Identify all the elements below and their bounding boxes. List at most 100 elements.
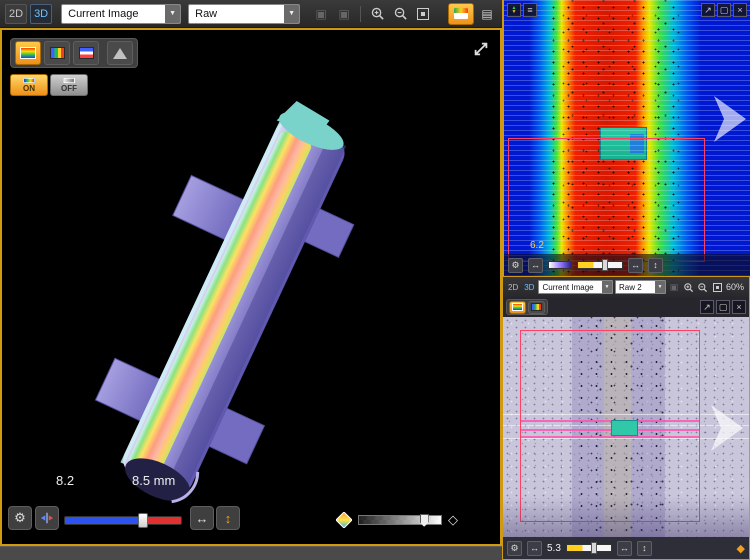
gradient-diamond-icon[interactable]	[336, 512, 352, 528]
pan-horizontal-button[interactable]: ↔	[190, 506, 214, 530]
3d-scanned-object[interactable]	[2, 30, 500, 544]
zoom-out-icon[interactable]	[390, 4, 410, 24]
heatmap-topleft-icons: ▲▼ ≡	[507, 3, 537, 17]
zoom-in-icon[interactable]	[367, 4, 387, 24]
outline-diamond-icon[interactable]: ◇	[448, 512, 458, 528]
popout-icon[interactable]: ↗	[700, 300, 714, 314]
pan-vertical-button[interactable]: ↕	[216, 506, 240, 530]
color-map-button[interactable]	[15, 41, 41, 65]
right-column: ▲▼ ≡ ↗ ▢ × 6.2 ⚙ ↔ ↔ ↕ 2D 3	[502, 0, 750, 560]
opacity-slider[interactable]	[358, 515, 442, 525]
zoom-out-icon[interactable]	[697, 281, 710, 294]
chevron-down-icon[interactable]: ▼	[165, 5, 180, 23]
height-range-slider-handle[interactable]	[138, 513, 148, 528]
sort-order-icon[interactable]: ▲▼	[507, 3, 521, 17]
selection-rectangle[interactable]	[520, 330, 700, 521]
fit-width-button[interactable]: ↔	[527, 541, 542, 556]
image-source-dropdown[interactable]: Current Image ▼	[61, 4, 181, 24]
mode-3d-button[interactable]: 3D	[30, 4, 52, 24]
colormap-mini-icon	[23, 78, 35, 83]
home-view-icon	[454, 8, 468, 19]
fit-width-button[interactable]: ↔	[528, 258, 543, 273]
histogram-button[interactable]	[528, 301, 545, 314]
window-restore-icon[interactable]: ▢	[717, 3, 731, 17]
threshold-slider-handle[interactable]	[602, 259, 608, 271]
colormap-off-button[interactable]: OFF	[50, 74, 88, 96]
paste-image-icon[interactable]: ▣	[334, 4, 354, 24]
filter-mode-dropdown[interactable]: Raw 2 ▼	[615, 280, 666, 294]
zoom-in-icon[interactable]	[682, 281, 695, 294]
main-toolbar: 2D 3D Current Image ▼ Raw ▼ ▣ ▣	[0, 0, 502, 28]
gradient-diamond-icon[interactable]: ◆	[737, 542, 745, 555]
left-column: 2D 3D Current Image ▼ Raw ▼ ▣ ▣	[0, 0, 502, 560]
mode-2d-button[interactable]: 2D	[5, 4, 27, 24]
pan-vertical-button[interactable]: ↕	[637, 541, 652, 556]
filter-mode-dropdown[interactable]: Raw ▼	[188, 4, 300, 24]
colormap-on-button[interactable]: ON	[10, 74, 48, 96]
zoom-fit-icon[interactable]	[413, 4, 433, 24]
range-low-value: 8.2	[56, 473, 74, 488]
gear-icon: ⚙	[14, 510, 26, 526]
threshold-slider[interactable]	[566, 544, 612, 552]
toolbar-divider	[360, 6, 361, 22]
texture-panel[interactable]: 2D 3D Current Image ▼ Raw 2 ▼ ▣ 6	[502, 276, 750, 560]
close-icon[interactable]: ×	[732, 300, 746, 314]
range-high-value: 8.5 mm	[132, 473, 175, 488]
fullscreen-expand-icon[interactable]	[470, 38, 492, 60]
heatmap-bottom-bar: ⚙ ↔ ↔ ↕	[504, 254, 750, 276]
histogram-button[interactable]	[44, 41, 70, 65]
report-clipboard-icon[interactable]: ▤	[477, 4, 497, 24]
threshold-slider-handle[interactable]	[591, 542, 597, 554]
chevron-down-icon[interactable]: ▼	[284, 5, 299, 23]
pan-vertical-button[interactable]: ↕	[648, 258, 663, 273]
close-icon[interactable]: ×	[733, 3, 747, 17]
image-source-value: Current Image	[62, 8, 165, 20]
texture-toolbar-row2: ↗ ▢ ×	[503, 297, 749, 317]
window-restore-icon[interactable]: ▢	[716, 300, 730, 314]
zoom-fit-icon[interactable]	[711, 281, 724, 294]
scan-direction-arrow	[714, 96, 748, 142]
texture-image[interactable]	[503, 317, 749, 537]
histogram-icon	[50, 47, 65, 59]
opacity-slider-handle[interactable]	[420, 514, 429, 527]
filter-mode-value: Raw	[189, 8, 284, 20]
color-map-icon	[512, 303, 523, 311]
popout-icon[interactable]: ↗	[701, 3, 715, 17]
texture-view-toggles	[506, 299, 548, 315]
view-3d[interactable]: ON OFF 8.2 8.5 mm ⚙ ↔ ↕	[0, 28, 502, 546]
bottom-status-strip	[0, 546, 502, 560]
heatmap-threshold-value: 6.2	[530, 240, 544, 251]
pan-horizontal-button[interactable]: ↔	[617, 541, 632, 556]
color-map-button[interactable]	[509, 301, 526, 314]
copy-image-icon[interactable]: ▣	[668, 281, 680, 293]
image-source-value: Current Image	[539, 283, 602, 292]
copy-image-icon[interactable]: ▣	[311, 4, 331, 24]
mode-2d-button[interactable]: 2D	[506, 283, 520, 292]
histogram-icon	[531, 303, 542, 311]
cone-icon	[113, 48, 127, 59]
pan-horizontal-button[interactable]: ↔	[628, 258, 643, 273]
settings-gear-button[interactable]: ⚙	[507, 541, 522, 556]
arrows-horizontal-icon: ↔	[530, 543, 539, 553]
settings-gear-button[interactable]: ⚙	[8, 506, 32, 530]
arrows-vertical-icon: ↕	[642, 543, 647, 553]
gear-icon: ⚙	[510, 543, 518, 554]
cone-view-button[interactable]	[107, 41, 133, 65]
zoom-level-value[interactable]: 60%	[726, 282, 746, 292]
heatmap-panel[interactable]: ▲▼ ≡ ↗ ▢ × 6.2 ⚙ ↔ ↔ ↕	[502, 0, 750, 276]
chevron-down-icon[interactable]: ▼	[602, 281, 612, 293]
threshold-slider[interactable]	[577, 261, 623, 269]
arrows-horizontal-icon: ↔	[620, 543, 629, 553]
fit-width-button[interactable]	[35, 506, 59, 530]
height-range-slider[interactable]	[64, 516, 182, 525]
settings-gear-button[interactable]: ⚙	[508, 258, 523, 273]
home-view-button[interactable]	[448, 3, 474, 25]
mode-3d-button[interactable]: 3D	[522, 283, 536, 292]
image-source-dropdown[interactable]: Current Image ▼	[538, 280, 613, 294]
arrows-vertical-icon: ↕	[653, 260, 658, 270]
menu-icon[interactable]: ≡	[523, 3, 537, 17]
colormap-toggle-group: ON OFF	[10, 74, 88, 96]
height-profile-button[interactable]	[73, 41, 99, 65]
chevron-down-icon[interactable]: ▼	[655, 281, 665, 293]
arrows-horizontal-icon: ↔	[631, 260, 640, 270]
